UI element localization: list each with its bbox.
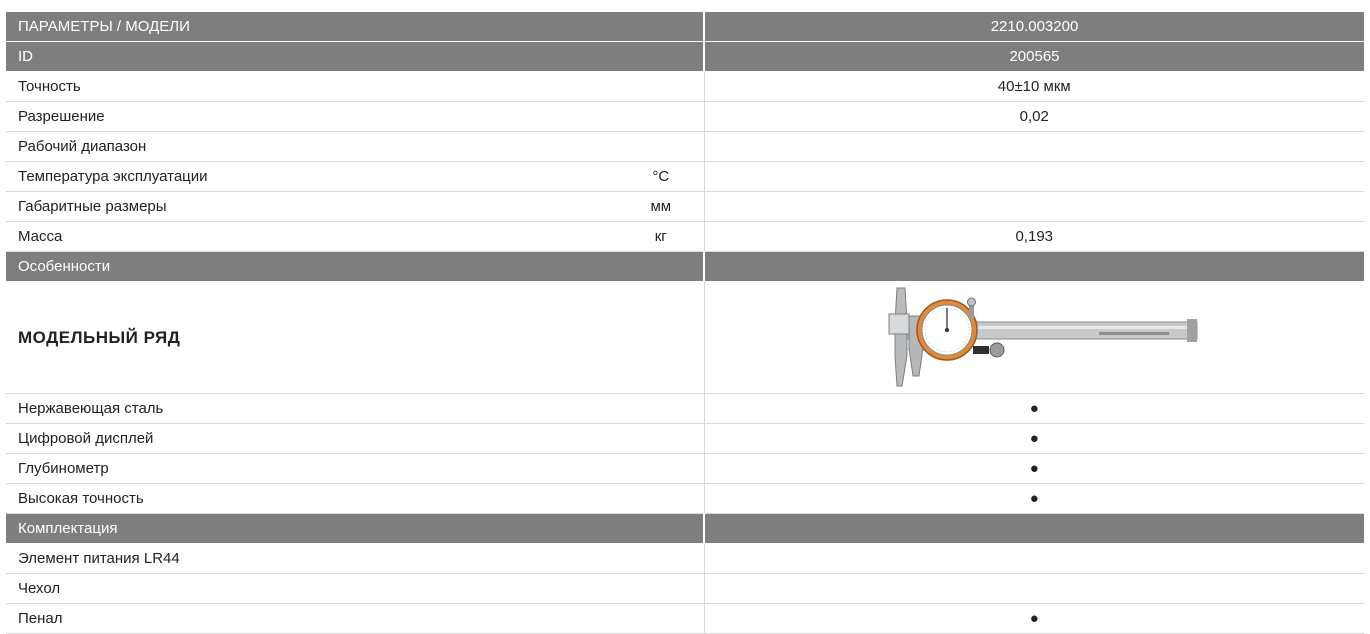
param-unit <box>618 71 705 102</box>
param-label: Габаритные размеры <box>6 191 618 222</box>
header-row: ПАРАМЕТРЫ / МОДЕЛИ 2210.003200 <box>6 12 1364 42</box>
param-label: Точность <box>6 71 618 102</box>
section-value <box>703 251 1364 282</box>
param-value: 0,193 <box>703 221 1364 252</box>
caliper-image <box>888 287 1198 386</box>
feature-bullet: ● <box>703 423 1364 454</box>
model-row-label: МОДЕЛЬНЫЙ РЯД <box>6 281 704 394</box>
table-row: Пенал ● <box>6 603 1364 634</box>
param-unit: мм <box>618 191 705 222</box>
table-row: Рабочий диапазон <box>6 131 1364 162</box>
table-row: Высокая точность ● <box>6 483 1364 514</box>
section-label: Особенности <box>6 251 704 282</box>
table-row: Нержавеющая сталь ● <box>6 393 1364 424</box>
table-row: Цифровой дисплей ● <box>6 423 1364 454</box>
kit-value <box>703 573 1364 604</box>
param-value <box>703 131 1364 162</box>
section-row-features: Особенности <box>6 251 1364 282</box>
feature-label: Нержавеющая сталь <box>6 393 704 424</box>
table-row: Глубинометр ● <box>6 453 1364 484</box>
param-value <box>703 191 1364 222</box>
param-label: Разрешение <box>6 101 618 132</box>
header-model: 2210.003200 <box>703 12 1364 42</box>
kit-label: Элемент питания LR44 <box>6 543 704 574</box>
header-label: ПАРАМЕТРЫ / МОДЕЛИ <box>6 12 704 42</box>
param-unit: °C <box>618 161 705 192</box>
table-row: Чехол <box>6 573 1364 604</box>
model-row: МОДЕЛЬНЫЙ РЯД <box>6 281 1364 394</box>
param-label: Температура эксплуатации <box>6 161 618 192</box>
table-row: Масса кг 0,193 <box>6 221 1364 252</box>
id-label: ID <box>6 41 704 72</box>
kit-label: Чехол <box>6 573 704 604</box>
kit-label: Пенал <box>6 603 704 634</box>
param-value <box>703 161 1364 192</box>
model-image-cell <box>703 281 1364 394</box>
param-label: Рабочий диапазон <box>6 131 618 162</box>
kit-value <box>703 543 1364 574</box>
page-title-cropped <box>0 0 1370 7</box>
param-value: 0,02 <box>703 101 1364 132</box>
param-unit <box>618 131 705 162</box>
table-row: Габаритные размеры мм <box>6 191 1364 222</box>
param-unit <box>618 101 705 132</box>
param-unit: кг <box>618 221 705 252</box>
section-row-kit: Комплектация <box>6 513 1364 544</box>
table-row: Элемент питания LR44 <box>6 543 1364 574</box>
id-value: 200565 <box>703 41 1364 72</box>
section-value <box>703 513 1364 544</box>
feature-bullet: ● <box>703 453 1364 484</box>
table-row: Разрешение 0,02 <box>6 101 1364 132</box>
feature-label: Высокая точность <box>6 483 704 514</box>
feature-label: Глубинометр <box>6 453 704 484</box>
section-label: Комплектация <box>6 513 704 544</box>
table-row: Температура эксплуатации °C <box>6 161 1364 192</box>
feature-bullet: ● <box>703 393 1364 424</box>
feature-label: Цифровой дисплей <box>6 423 704 454</box>
spec-table: ПАРАМЕТРЫ / МОДЕЛИ 2210.003200 ID 200565… <box>6 12 1364 634</box>
param-label: Масса <box>6 221 618 252</box>
kit-value: ● <box>703 603 1364 634</box>
table-row: Точность 40±10 мкм <box>6 71 1364 102</box>
param-value: 40±10 мкм <box>703 71 1364 102</box>
feature-bullet: ● <box>703 483 1364 514</box>
id-row: ID 200565 <box>6 41 1364 72</box>
